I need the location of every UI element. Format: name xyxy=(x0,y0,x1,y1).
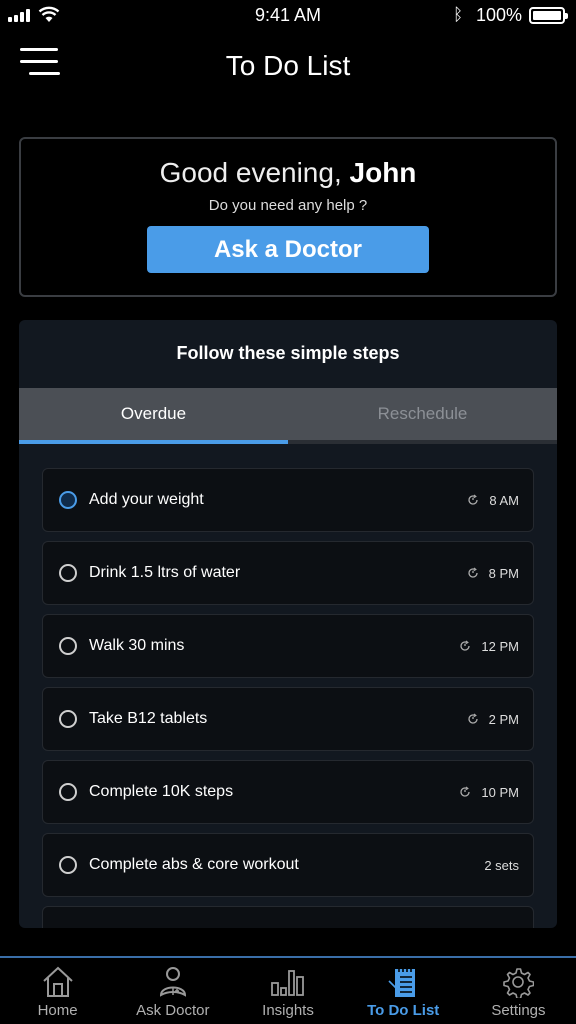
tab-overdue[interactable]: Overdue xyxy=(19,388,288,444)
gear-icon xyxy=(502,964,535,1000)
checkbox-radio[interactable] xyxy=(59,564,77,582)
todo-label: Add your weight xyxy=(89,491,204,508)
tab-reschedule[interactable]: Reschedule xyxy=(288,388,557,444)
ask-doctor-button[interactable]: Ask a Doctor xyxy=(147,226,429,273)
todo-time: 2 sets xyxy=(484,857,519,873)
tab-indicator xyxy=(19,440,557,444)
todo-label: Complete abs & core workout xyxy=(89,856,299,873)
todo-meta: 8 AM xyxy=(467,493,519,508)
greeting-card: Good evening, John Do you need any help … xyxy=(19,137,557,297)
clock-icon xyxy=(459,640,471,652)
todo-label: Take B12 tablets xyxy=(89,710,208,727)
nav-item-ask-doctor[interactable]: Ask Doctor xyxy=(115,958,230,1024)
nav-item-settings[interactable]: Settings xyxy=(461,958,576,1024)
todo-list: Add your weight 8 AM Drink 1.5 ltrs of wat… xyxy=(19,444,557,928)
todo-time: 8 PM xyxy=(488,565,519,581)
bar-chart-icon xyxy=(270,964,306,1000)
todo-label: Walk 30 mins xyxy=(89,637,185,654)
todo-item[interactable]: Complete 10K steps 10 PM xyxy=(42,760,534,824)
todo-item[interactable]: Walk 30 mins 12 PM xyxy=(42,614,534,678)
todo-time: 8 AM xyxy=(489,492,519,508)
nav-item-home[interactable]: Home xyxy=(0,958,115,1024)
todo-meta: 12 PM xyxy=(459,639,519,654)
nav-label: Home xyxy=(37,1002,78,1019)
checkbox-radio[interactable] xyxy=(59,710,77,728)
greeting-text: Good evening, John xyxy=(159,157,417,188)
nav-label: To Do List xyxy=(367,1002,440,1019)
todo-meta: 10 PM xyxy=(459,785,519,800)
nav-item-to-do-list[interactable]: To Do List xyxy=(346,958,461,1024)
todo-item[interactable] xyxy=(42,906,534,928)
clock-icon xyxy=(467,494,479,506)
tab-bar: Overdue Reschedule xyxy=(19,388,557,444)
todo-item[interactable]: Take B12 tablets 2 PM xyxy=(42,687,534,751)
notepad-icon xyxy=(388,964,418,1000)
user-name: John xyxy=(349,157,417,188)
checkbox-radio[interactable] xyxy=(59,856,77,874)
bluetooth-icon: ᛒ xyxy=(453,5,464,24)
steps-title: Follow these simple steps xyxy=(176,343,400,363)
home-icon xyxy=(41,964,75,1000)
steps-card: Follow these simple steps Overdue Resche… xyxy=(19,320,557,928)
todo-label: Drink 1.5 ltrs of water xyxy=(89,564,241,581)
status-bar: 9:41 AM ᛒ 100% xyxy=(0,0,576,32)
doctor-icon xyxy=(158,964,188,1000)
todo-item[interactable]: Complete abs & core workout 2 sets xyxy=(42,833,534,897)
todo-label: Complete 10K steps xyxy=(89,783,234,800)
todo-time: 2 PM xyxy=(488,711,519,727)
todo-time: 12 PM xyxy=(481,638,519,654)
clock-icon xyxy=(467,713,479,725)
todo-time: 10 PM xyxy=(481,784,519,800)
nav-label: Ask Doctor xyxy=(136,1002,210,1019)
nav-label: Settings xyxy=(491,1002,546,1019)
help-prompt: Do you need any help ? xyxy=(208,197,368,214)
todo-meta: 2 PM xyxy=(467,712,519,727)
nav-label: Insights xyxy=(262,1002,314,1019)
todo-meta: 2 sets xyxy=(484,858,519,873)
checkbox-radio[interactable] xyxy=(59,637,77,655)
todo-item[interactable]: Add your weight 8 AM xyxy=(42,468,534,532)
checkbox-radio[interactable] xyxy=(59,783,77,801)
clock-icon xyxy=(459,786,471,798)
battery-icon xyxy=(529,7,568,24)
todo-meta: 8 PM xyxy=(467,566,519,581)
clock-icon xyxy=(467,567,479,579)
checkbox-radio[interactable] xyxy=(59,491,77,509)
bottom-nav: Home Ask Doctor Insights To Do List Settings xyxy=(0,956,576,1024)
nav-item-insights[interactable]: Insights xyxy=(230,958,345,1024)
page-title: To Do List xyxy=(225,50,351,81)
todo-item[interactable]: Drink 1.5 ltrs of water 8 PM xyxy=(42,541,534,605)
battery-percent: 100% xyxy=(476,5,523,25)
